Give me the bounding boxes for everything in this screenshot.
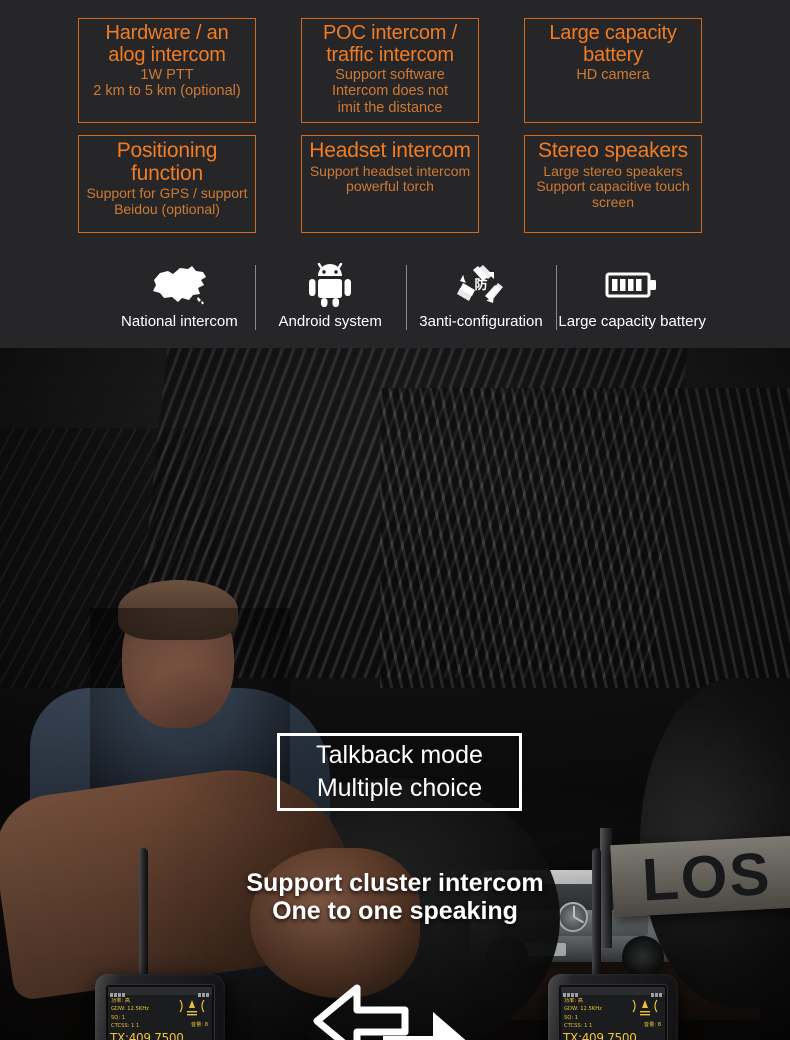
battery-full-icon bbox=[605, 263, 659, 307]
feature-label: Large capacity battery bbox=[558, 313, 706, 330]
spec-title: Hardware / an alog intercom bbox=[105, 22, 229, 66]
spec-title: POC intercom / traffic intercom bbox=[323, 22, 457, 66]
spec-box-hardware-analog-intercom: Hardware / an alog intercom 1W PTT 2 km … bbox=[78, 18, 256, 123]
feature-android-system: Android system bbox=[254, 263, 406, 330]
spec-title: Stereo speakers bbox=[538, 138, 688, 162]
radio-status-rows: 功率: 高 GDW: 12.5KHz SQ: 1 CTCSS: 1 1 音量: … bbox=[108, 995, 212, 1031]
talkback-line-2: Multiple choice bbox=[316, 774, 483, 802]
phone-screen-bezel: 功率: 高 GDW: 12.5KHz SQ: 1 CTCSS: 1 1 音量: … bbox=[558, 984, 668, 1040]
feature-label: National intercom bbox=[121, 313, 238, 330]
spec-panel: Hardware / an alog intercom 1W PTT 2 km … bbox=[0, 0, 790, 348]
feature-label: 3anti-configuration bbox=[419, 313, 543, 330]
rugged-phone-right: 功率: 高 GDW: 12.5KHz SQ: 1 CTCSS: 1 1 音量: … bbox=[534, 848, 694, 1040]
product-detail-page: Hardware / an alog intercom 1W PTT 2 km … bbox=[0, 0, 790, 1040]
feature-large-capacity-battery: Large capacity battery bbox=[556, 263, 708, 330]
spec-box-headset-intercom: Headset intercom Support headset interco… bbox=[301, 134, 479, 233]
spec-subtitle: 1W PTT 2 km to 5 km (optional) bbox=[93, 67, 241, 100]
phone-screen-bezel: 功率: 高 GDW: 12.5KHz SQ: 1 CTCSS: 1 1 音量: … bbox=[105, 984, 215, 1040]
signal-tower-icon bbox=[632, 999, 658, 1016]
android-robot-icon bbox=[307, 263, 353, 307]
spec-subtitle: Support for GPS / support Beidou (option… bbox=[86, 185, 248, 217]
spec-subtitle: Large stereo speakers Support capacitive… bbox=[536, 162, 690, 210]
spec-subtitle: Support headset intercom powerful torch bbox=[309, 162, 471, 195]
phone-screen[interactable]: 功率: 高 GDW: 12.5KHz SQ: 1 CTCSS: 1 1 音量: … bbox=[108, 987, 212, 1040]
radio-status-rows: 功率: 高 GDW: 12.5KHz SQ: 1 CTCSS: 1 1 音量: … bbox=[561, 995, 665, 1031]
spec-subtitle: Support software Intercom does not imit … bbox=[331, 67, 449, 116]
status-bar bbox=[561, 987, 665, 997]
antenna-icon bbox=[138, 848, 149, 986]
spec-title: Positioning function bbox=[116, 138, 218, 185]
three-anti-recycle-icon: 防 bbox=[454, 263, 508, 307]
spec-box-large-capacity-battery: Large capacity battery HD camera bbox=[524, 18, 702, 123]
status-volume: 音量: 8 bbox=[643, 1022, 661, 1028]
spec-box-positioning-function: Positioning function Support for GPS / s… bbox=[78, 134, 256, 233]
spec-title: Large capacity battery bbox=[549, 22, 677, 66]
rugged-phone-left: 功率: 高 GDW: 12.5KHz SQ: 1 CTCSS: 1 1 音量: … bbox=[81, 848, 241, 1040]
spec-box-grid: Hardware / an alog intercom 1W PTT 2 km … bbox=[78, 18, 714, 233]
status-volume: 音量: 8 bbox=[190, 1022, 208, 1028]
three-anti-glyph: 防 bbox=[474, 277, 487, 293]
antenna-icon bbox=[591, 848, 602, 986]
china-map-icon bbox=[148, 263, 210, 307]
tx-frequency: TX:409.7500 bbox=[110, 1030, 184, 1040]
talkback-mode-box: Talkback mode Multiple choice bbox=[277, 733, 522, 811]
feature-3anti-configuration: 防 3anti-configuration bbox=[405, 263, 557, 330]
feature-label: Android system bbox=[278, 313, 382, 330]
spec-title: Headset intercom bbox=[309, 138, 471, 162]
status-bar bbox=[108, 987, 212, 997]
direction-arrows bbox=[305, 980, 485, 1040]
feature-icon-row: National intercom Android system 防 3anti… bbox=[104, 258, 708, 330]
tx-frequency: TX:409.7500 bbox=[563, 1030, 637, 1040]
arrow-right-solid-icon bbox=[383, 1012, 466, 1040]
feature-national-intercom: National intercom bbox=[104, 263, 255, 330]
signal-tower-icon bbox=[179, 999, 205, 1016]
lifestyle-photo-banner: LOS Talkback mode Multiple choice Suppor… bbox=[0, 348, 790, 1040]
phone-screen[interactable]: 功率: 高 GDW: 12.5KHz SQ: 1 CTCSS: 1 1 音量: … bbox=[561, 987, 665, 1040]
spec-box-poc-intercom: POC intercom / traffic intercom Support … bbox=[301, 18, 479, 123]
spec-subtitle: HD camera bbox=[576, 67, 650, 84]
spec-box-stereo-speakers: Stereo speakers Large stereo speakers Su… bbox=[524, 134, 702, 233]
arrow-left-outline-icon bbox=[313, 984, 409, 1040]
talkback-line-1: Talkback mode bbox=[316, 741, 483, 769]
